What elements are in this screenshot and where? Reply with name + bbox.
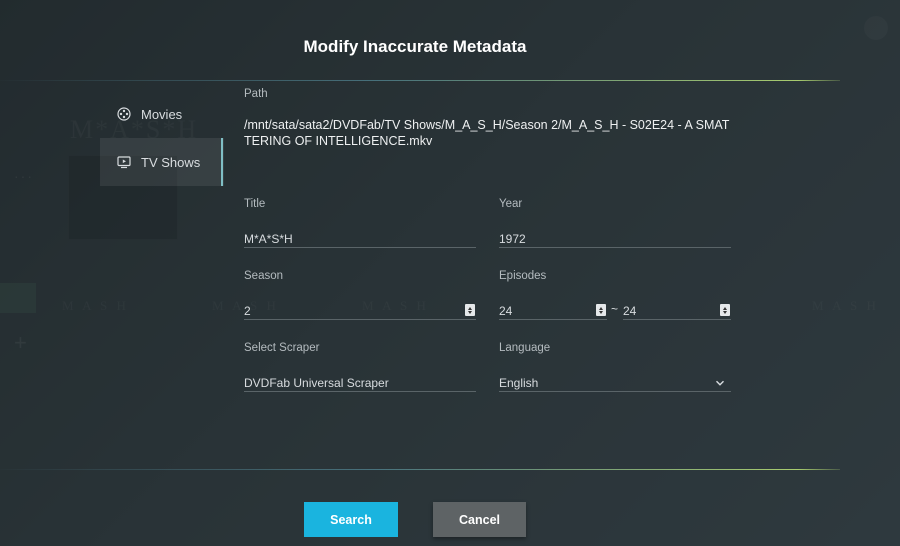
scraper-value: DVDFab Universal Scraper [244,375,389,390]
year-input[interactable]: 1972 [499,226,731,248]
season-value: 2 [244,303,251,318]
search-button[interactable]: Search [304,502,398,537]
language-value: English [499,375,539,390]
sidebar-item-label: Movies [141,106,183,122]
dialog-title: Modify Inaccurate Metadata [303,37,527,56]
scraper-label: Select Scraper [244,342,320,354]
episode-from-value: 24 [499,303,513,318]
bottom-divider [0,469,840,470]
season-spinner-icon[interactable] [465,304,475,316]
tv-icon [117,155,131,169]
year-value: 1972 [499,231,526,246]
title-label: Title [244,198,266,210]
season-stepper[interactable]: 2 [244,298,476,320]
language-select[interactable]: English [499,370,731,392]
top-divider [0,80,840,81]
episode-from-spinner-icon[interactable] [596,304,606,316]
episodes-label: Episodes [499,270,547,282]
path-label: Path [244,88,268,100]
episode-to-stepper[interactable]: 24 [623,298,731,320]
metadata-dialog: Modify Inaccurate Metadata Movies TV Sho… [0,0,900,546]
sidebar-item-label: TV Shows [141,154,201,170]
scraper-input[interactable]: DVDFab Universal Scraper [244,370,476,392]
language-label: Language [499,342,551,354]
cancel-button[interactable]: Cancel [433,502,526,537]
path-value: /mnt/sata/sata2/DVDFab/TV Shows/M_A_S_H/… [244,118,730,148]
title-value: M*A*S*H [244,231,293,246]
season-label: Season [244,270,284,282]
episode-to-spinner-icon[interactable] [720,304,730,316]
year-label: Year [499,198,523,210]
episode-range-separator: ~ [611,302,619,316]
media-type-sidebar: Movies TV Shows [100,90,224,186]
film-reel-icon [117,107,131,121]
title-input[interactable]: M*A*S*H [244,226,476,248]
sidebar-item-movies[interactable]: Movies [100,90,224,138]
episode-to-value: 24 [623,303,637,318]
sidebar-item-tv-shows[interactable]: TV Shows [100,138,224,186]
episode-from-stepper[interactable]: 24 [499,298,607,320]
chevron-down-icon [715,377,725,387]
